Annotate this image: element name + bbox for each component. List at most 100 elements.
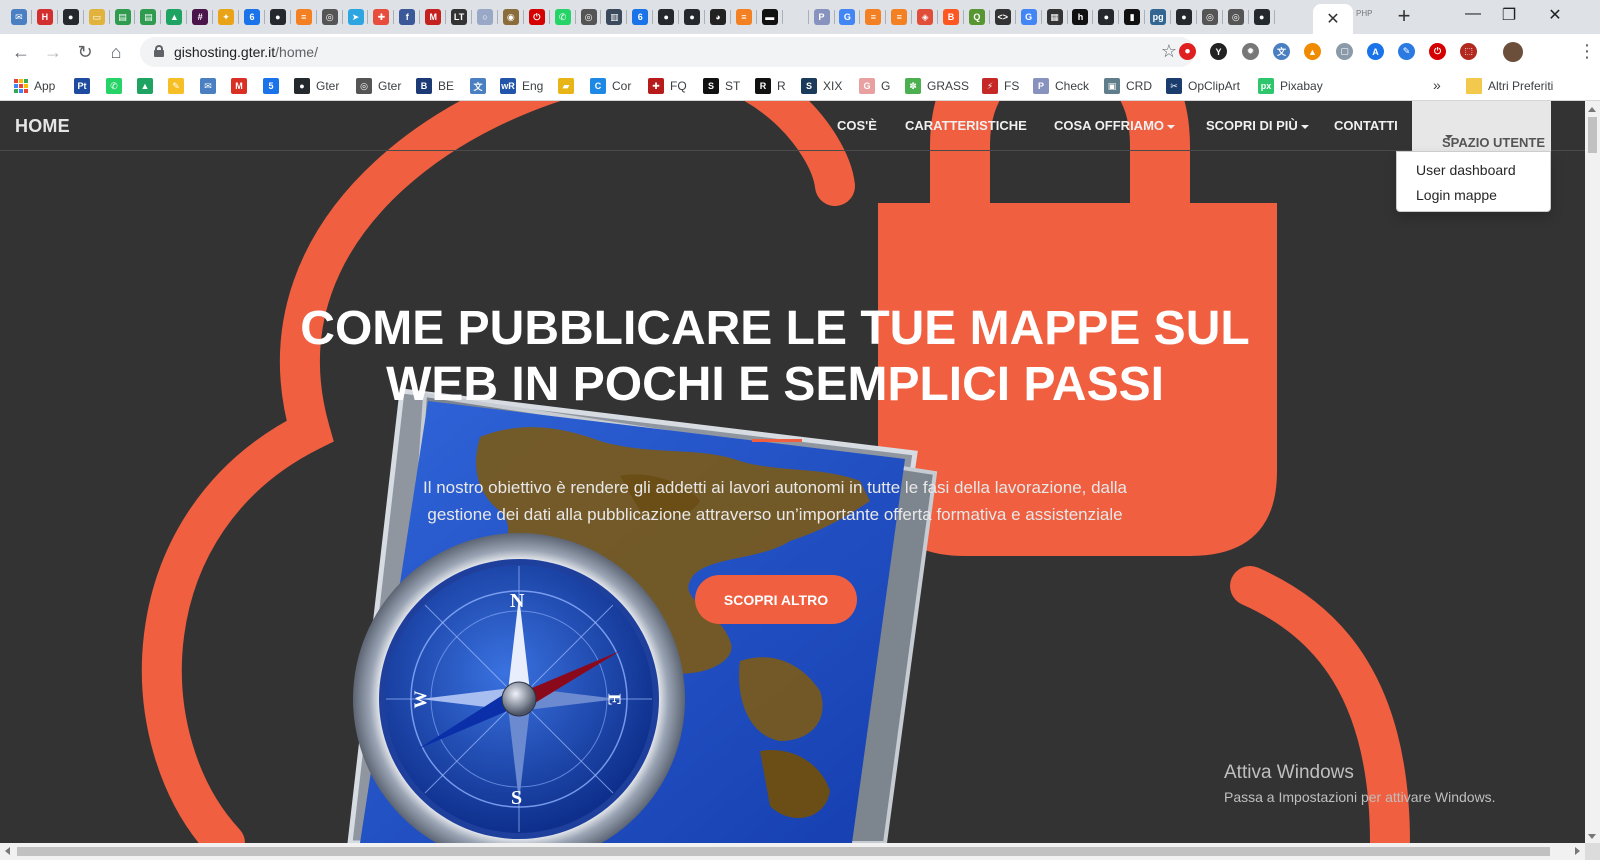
nav-cose[interactable]: COS'È	[837, 118, 877, 133]
pinned-tab[interactable]: ◎	[1223, 6, 1249, 28]
pinned-tab[interactable]	[783, 6, 809, 28]
bookmark-grass[interactable]: ✽ GRASS	[905, 77, 969, 95]
pinned-tab[interactable]: ≡	[860, 6, 887, 28]
pinned-tab[interactable]: h	[1068, 6, 1094, 28]
active-tab[interactable]: ✕	[1313, 4, 1353, 34]
pinned-tab[interactable]: B	[938, 6, 964, 28]
stop-icon[interactable]: ⏺	[1179, 43, 1196, 60]
pinned-tab[interactable]: LT	[446, 6, 472, 28]
pinned-tab[interactable]: G	[1016, 6, 1042, 28]
bookmarks-overflow-button[interactable]: »	[1433, 76, 1441, 94]
bookmark-g[interactable]: GG	[859, 77, 890, 95]
horizontal-scrollbar[interactable]	[0, 843, 1585, 860]
bookmark-pixabay[interactable]: px Pixabay	[1258, 77, 1323, 95]
bookmark-app[interactable]: App	[14, 77, 55, 95]
back-button[interactable]: ←	[9, 40, 33, 64]
pinned-tab[interactable]: ●	[679, 6, 705, 28]
forward-button[interactable]: →	[41, 40, 65, 64]
bookmark-fs[interactable]: ⚡ FS	[982, 77, 1019, 95]
feather-icon[interactable]: ✎	[1398, 43, 1415, 60]
scroll-left-icon[interactable]	[5, 847, 10, 855]
chat-icon[interactable]: ▢	[1336, 43, 1353, 60]
home-button[interactable]: ⌂	[104, 40, 128, 64]
pinned-tab[interactable]: Q	[964, 6, 990, 28]
scroll-down-icon[interactable]	[1588, 834, 1596, 839]
address-bar[interactable]: gishosting.gter.it/home/ ☆	[140, 37, 1195, 67]
new-tab-button[interactable]: +	[1392, 5, 1416, 29]
pinned-tab[interactable]: ●	[653, 6, 680, 28]
bookmark-whatsapp[interactable]: ✆	[106, 77, 122, 95]
bookmark-calendar[interactable]: 5	[263, 77, 279, 95]
bookmark-crd[interactable]: ▣ CRD	[1104, 77, 1152, 95]
vertical-scrollbar[interactable]	[1585, 101, 1600, 843]
nav-caratteristiche[interactable]: CARATTERISTICHE	[905, 118, 1027, 133]
power-icon[interactable]: ⏻	[1429, 43, 1446, 60]
bookmark-gter[interactable]: ◎ Gter	[356, 77, 401, 95]
pinned-tab[interactable]: #	[187, 6, 214, 28]
nav-scopri-di-piu[interactable]: SCOPRI DI PIÙ	[1206, 118, 1309, 133]
pinned-tab[interactable]: ◎	[1197, 6, 1223, 28]
pinned-tab[interactable]: ✉	[6, 6, 32, 28]
pinned-tab[interactable]: ▥	[601, 6, 628, 28]
reload-button[interactable]: ↻	[73, 40, 97, 64]
bookmark-translate[interactable]: 文	[470, 77, 486, 95]
pinned-tab[interactable]: ≡	[886, 6, 913, 28]
bookmark-eng[interactable]: wR Eng	[500, 77, 543, 95]
pinned-tab[interactable]: ➤	[343, 6, 369, 28]
avatar-icon[interactable]	[1503, 42, 1523, 62]
pinned-tab[interactable]: ●	[265, 6, 291, 28]
pinned-tab[interactable]: ▬	[757, 6, 783, 28]
pinned-tab[interactable]: pg	[1145, 6, 1171, 28]
pinned-tab[interactable]: ⏻	[524, 6, 550, 28]
translate-icon[interactable]: 文	[1273, 43, 1290, 60]
a-icon[interactable]: A	[1367, 43, 1384, 60]
site-brand-link[interactable]: HOME	[15, 116, 70, 137]
pinned-tab[interactable]: ◕	[705, 6, 731, 28]
menu-item-login-mappe[interactable]: Login mappe	[1416, 187, 1497, 203]
bookmark-fq[interactable]: ✚ FQ	[648, 77, 687, 95]
pinned-tab[interactable]: f	[394, 6, 421, 28]
close-window-button[interactable]: ✕	[1532, 5, 1578, 25]
pinned-tab[interactable]: H	[32, 6, 58, 28]
pinned-tab[interactable]: ◎	[576, 6, 602, 28]
nav-cosa-offriamo[interactable]: COSA OFFRIAMO	[1054, 118, 1176, 133]
pinned-tab[interactable]: ▤	[135, 6, 162, 28]
pinned-tab[interactable]: 6	[627, 6, 654, 28]
pinned-tab[interactable]: ▤	[110, 6, 136, 28]
vertical-scroll-thumb[interactable]	[1588, 117, 1597, 153]
scopri-altro-button[interactable]: SCOPRI ALTRO	[695, 575, 857, 624]
pinned-tab[interactable]: ✦	[213, 6, 239, 28]
bookmark-gter[interactable]: ● Gter	[294, 77, 339, 95]
bookmark-st[interactable]: S ST	[703, 77, 740, 95]
bookmark-xix[interactable]: S XIX	[801, 77, 842, 95]
pinned-tab[interactable]: ▭	[84, 6, 110, 28]
bookmark-opclipart[interactable]: ✂ OpClipArt	[1166, 77, 1240, 95]
pinned-tab[interactable]: ≡	[731, 6, 757, 28]
bookmark-mail[interactable]: ✉	[200, 77, 216, 95]
restore-button[interactable]: ❐	[1486, 5, 1532, 25]
pinned-tab[interactable]: <>	[990, 6, 1016, 28]
other-bookmarks-folder[interactable]: Altri Preferiti	[1466, 77, 1553, 95]
pinned-tab[interactable]: ◎	[317, 6, 343, 28]
bookmark-pt[interactable]: Pt	[74, 77, 90, 95]
browser-menu-icon[interactable]: ⋮	[1578, 42, 1596, 60]
pinned-tab[interactable]: ●	[1093, 6, 1120, 28]
pinned-tab[interactable]: ◉	[498, 6, 524, 28]
bug-icon[interactable]: ✹	[1242, 43, 1259, 60]
scroll-right-icon[interactable]	[1575, 847, 1580, 855]
lock-icon[interactable]	[154, 45, 164, 57]
bookmark-gmail[interactable]: M	[231, 77, 247, 95]
bookmark-cor[interactable]: C Cor	[590, 77, 631, 95]
pinned-tab[interactable]: ●	[1249, 6, 1275, 28]
bookmark-check[interactable]: P Check	[1033, 77, 1089, 95]
url-text[interactable]: gishosting.gter.it/home/	[174, 44, 318, 60]
pinned-tab[interactable]: M	[420, 6, 447, 28]
pinned-tab[interactable]: 6	[239, 6, 265, 28]
bookmark-drive[interactable]: ▲	[137, 77, 153, 95]
pinned-tab[interactable]: ○	[472, 6, 498, 28]
close-icon[interactable]: ✕	[1326, 9, 1339, 29]
pinned-tab[interactable]: ●	[58, 6, 84, 28]
pinned-tab[interactable]: ≡	[291, 6, 317, 28]
php-tab[interactable]: PHP	[1356, 9, 1376, 27]
scroll-up-icon[interactable]	[1588, 107, 1596, 112]
